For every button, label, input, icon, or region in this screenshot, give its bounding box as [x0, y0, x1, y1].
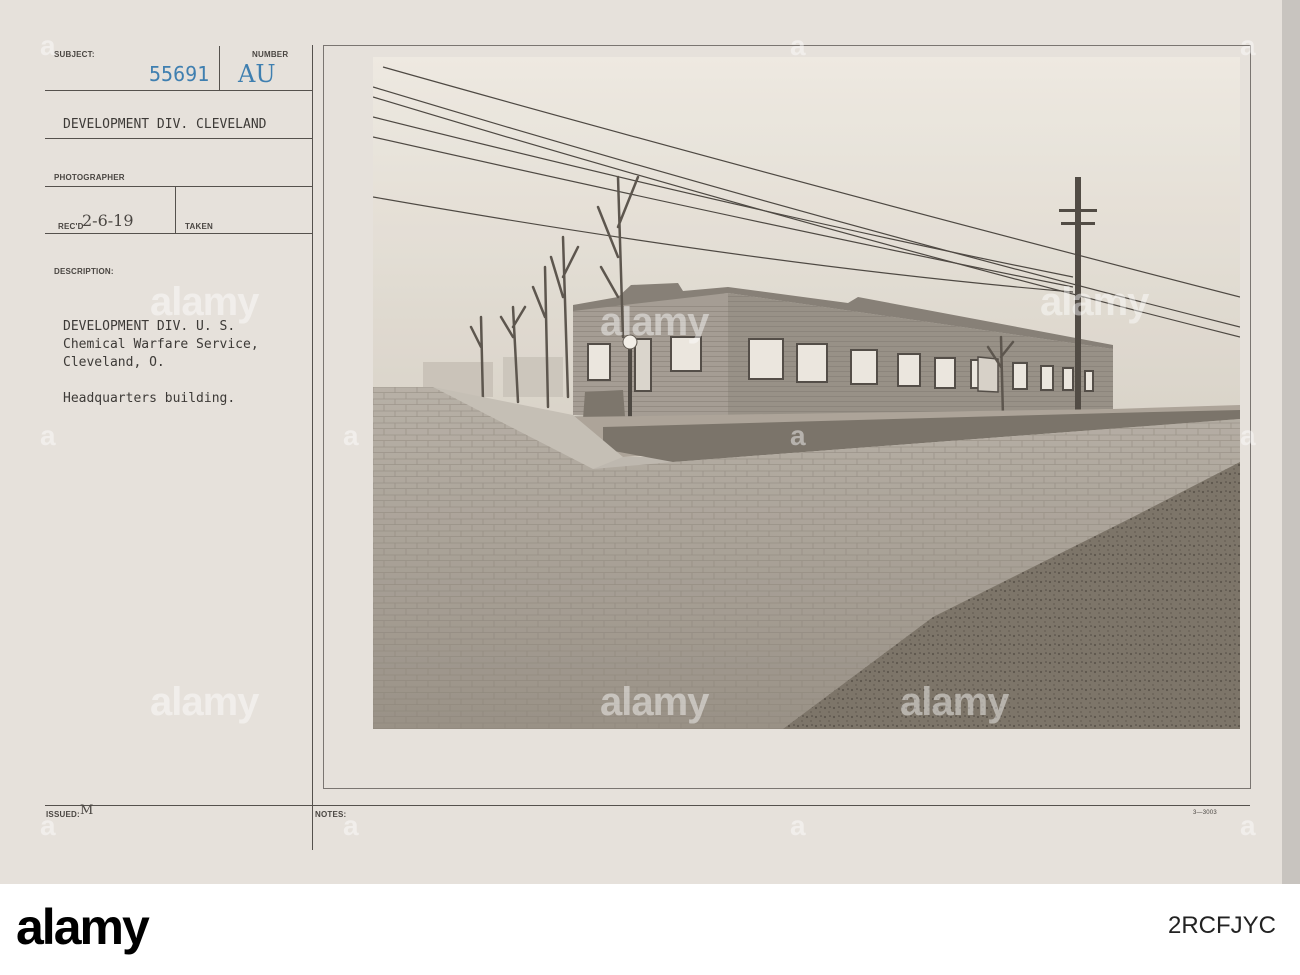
watermark: a [40, 30, 56, 61]
description-label: DESCRIPTION: [54, 267, 114, 276]
subject-label: SUBJECT: [54, 50, 95, 59]
division-title: DEVELOPMENT DIV. CLEVELAND [63, 117, 267, 132]
watermark: a [790, 810, 806, 841]
watermark: alamy [150, 680, 259, 724]
watermark: a [343, 810, 359, 841]
description-text: DEVELOPMENT DIV. U. S. Chemical Warfare … [63, 318, 259, 408]
watermark: a [40, 420, 56, 451]
description-line: Chemical Warfare Service, [63, 337, 259, 352]
photograph [373, 57, 1240, 729]
footer-bar: alamy 2RCFJYC [0, 884, 1300, 975]
number-divider [219, 46, 220, 90]
watermark: a [1240, 420, 1256, 451]
photographer-label: PHOTOGRAPHER [54, 173, 125, 182]
header-rule [45, 90, 313, 91]
watermark: alamy [600, 300, 709, 344]
watermark: a [790, 30, 806, 61]
recd-date: 2-6-19 [82, 211, 134, 230]
division-rule [45, 138, 313, 139]
recd-label: REC'D [58, 222, 84, 231]
alamy-logo[interactable]: alamy [16, 898, 150, 956]
description-line: Cleveland, O. [63, 355, 165, 370]
photograph-image [373, 57, 1240, 729]
catalog-number: 55691 [149, 62, 210, 86]
watermark: a [40, 810, 56, 841]
form-code: 3—3003 [1193, 810, 1217, 816]
watermark: a [343, 420, 359, 451]
watermark: alamy [1040, 280, 1149, 324]
watermark: a [1240, 810, 1256, 841]
photographer-rule [45, 186, 313, 187]
taken-label: TAKEN [185, 222, 213, 231]
watermark: alamy [900, 680, 1009, 724]
image-id: 2RCFJYC [1167, 912, 1276, 939]
number-label: NUMBER [252, 50, 289, 59]
caption-line: Headquarters building. [63, 391, 236, 406]
catalog-suffix: AU [238, 60, 276, 88]
watermark: alamy [150, 280, 259, 324]
watermark: alamy [600, 680, 709, 724]
recd-rule [45, 233, 313, 234]
recd-divider [175, 187, 176, 234]
watermark: a [790, 420, 806, 451]
archive-card: SUBJECT: NUMBER 55691 AU DEVELOPMENT DIV… [0, 0, 1282, 884]
watermark: a [1240, 30, 1256, 61]
issued-mark: M [80, 803, 94, 818]
footer-rule [45, 805, 1250, 806]
left-column-rule [312, 45, 313, 850]
notes-label: NOTES: [315, 810, 347, 819]
